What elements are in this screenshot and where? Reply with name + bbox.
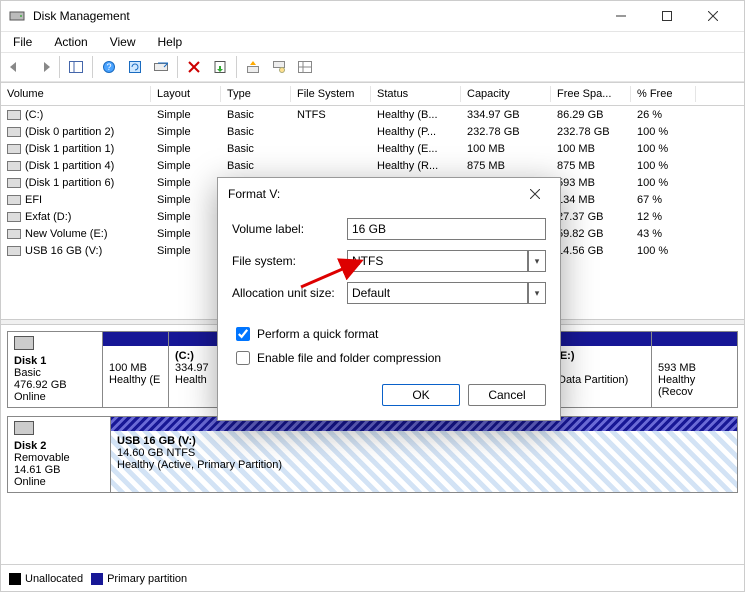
volume-row[interactable]: (Disk 0 partition 2)SimpleBasicHealthy (… [1,123,744,140]
maximize-button[interactable] [644,1,690,31]
view-options-icon[interactable] [293,55,317,79]
refresh-icon[interactable] [123,55,147,79]
drive-icon [7,178,21,188]
app-icon [9,8,25,24]
dialog-titlebar: Format V: [218,178,560,210]
volume-row[interactable]: (C:)SimpleBasicNTFSHealthy (B...334.97 G… [1,106,744,123]
file-system-value[interactable] [347,250,528,272]
disk-icon [14,421,34,435]
partition[interactable]: 100 MBHealthy (E [103,332,169,407]
toolbar: ? [1,53,744,82]
drive-icon [7,229,21,239]
disk-icon [14,336,34,350]
volume-row[interactable]: (Disk 1 partition 4)SimpleBasicHealthy (… [1,157,744,174]
drive-icon [7,110,21,120]
compression-checkbox[interactable] [236,351,250,365]
chevron-down-icon[interactable]: ▾ [528,250,546,272]
col-filesystem[interactable]: File System [291,86,371,102]
volume-row[interactable]: (Disk 1 partition 1)SimpleBasicHealthy (… [1,140,744,157]
chevron-down-icon[interactable]: ▾ [528,282,546,304]
menu-bar: File Action View Help [1,32,744,53]
col-pct-free[interactable]: % Free [631,86,696,102]
ok-button[interactable]: OK [382,384,460,406]
disk2-row: Disk 2 Removable 14.61 GB Online USB 16 … [7,416,738,493]
rescan-icon[interactable] [149,55,173,79]
show-hide-console-tree-icon[interactable] [64,55,88,79]
col-free-space[interactable]: Free Spa... [551,86,631,102]
settings-bottom-icon[interactable] [267,55,291,79]
help-icon[interactable]: ? [97,55,121,79]
drive-icon [7,161,21,171]
forward-icon[interactable] [31,55,55,79]
drive-icon [7,127,21,137]
disk2-label[interactable]: Disk 2 Removable 14.61 GB Online [7,416,110,493]
menu-file[interactable]: File [7,33,38,51]
menu-help[interactable]: Help [152,33,189,51]
volume-label-input[interactable] [347,218,546,240]
col-volume[interactable]: Volume [1,86,151,102]
col-status[interactable]: Status [371,86,461,102]
col-type[interactable]: Type [221,86,291,102]
volume-list-header: Volume Layout Type File System Status Ca… [1,82,744,106]
drive-icon [7,246,21,256]
properties-icon[interactable] [208,55,232,79]
menu-view[interactable]: View [104,33,142,51]
partition[interactable]: 593 MBHealthy (Recov [652,332,737,407]
window-title: Disk Management [33,9,130,23]
titlebar: Disk Management [1,1,744,32]
disk-management-window: Disk Management File Action View Help ? … [0,0,745,592]
quick-format-checkbox-row[interactable]: Perform a quick format [232,324,546,344]
window-controls [598,1,736,31]
file-system-label: File system: [232,254,347,268]
disk1-label[interactable]: Disk 1 Basic 476.92 GB Online [7,331,102,408]
col-layout[interactable]: Layout [151,86,221,102]
cancel-button[interactable]: Cancel [468,384,546,406]
col-capacity[interactable]: Capacity [461,86,551,102]
back-icon[interactable] [5,55,29,79]
format-dialog: Format V: Volume label: File system: ▾ A… [217,177,561,421]
menu-action[interactable]: Action [48,33,93,51]
allocation-unit-size-label: Allocation unit size: [232,286,347,300]
file-system-select[interactable]: ▾ [347,250,546,272]
quick-format-checkbox[interactable] [236,327,250,341]
compression-checkbox-row[interactable]: Enable file and folder compression [232,348,546,368]
delete-icon[interactable] [182,55,206,79]
legend-primary-swatch [91,573,103,585]
drive-icon [7,195,21,205]
svg-text:?: ? [106,62,111,72]
allocation-unit-size-select[interactable]: ▾ [347,282,546,304]
legend: Unallocated Primary partition [9,573,187,585]
legend-unallocated-swatch [9,573,21,585]
partition-usb[interactable]: USB 16 GB (V:) 14.60 GB NTFS Healthy (Ac… [111,417,737,492]
volume-label-label: Volume label: [232,222,347,236]
settings-top-icon[interactable] [241,55,265,79]
minimize-button[interactable] [598,1,644,31]
dialog-close-button[interactable] [520,179,550,209]
dialog-title: Format V: [228,187,280,201]
drive-icon [7,212,21,222]
disk2-partitions: USB 16 GB (V:) 14.60 GB NTFS Healthy (Ac… [110,416,738,493]
drive-icon [7,144,21,154]
allocation-unit-size-value[interactable] [347,282,528,304]
close-button[interactable] [690,1,736,31]
